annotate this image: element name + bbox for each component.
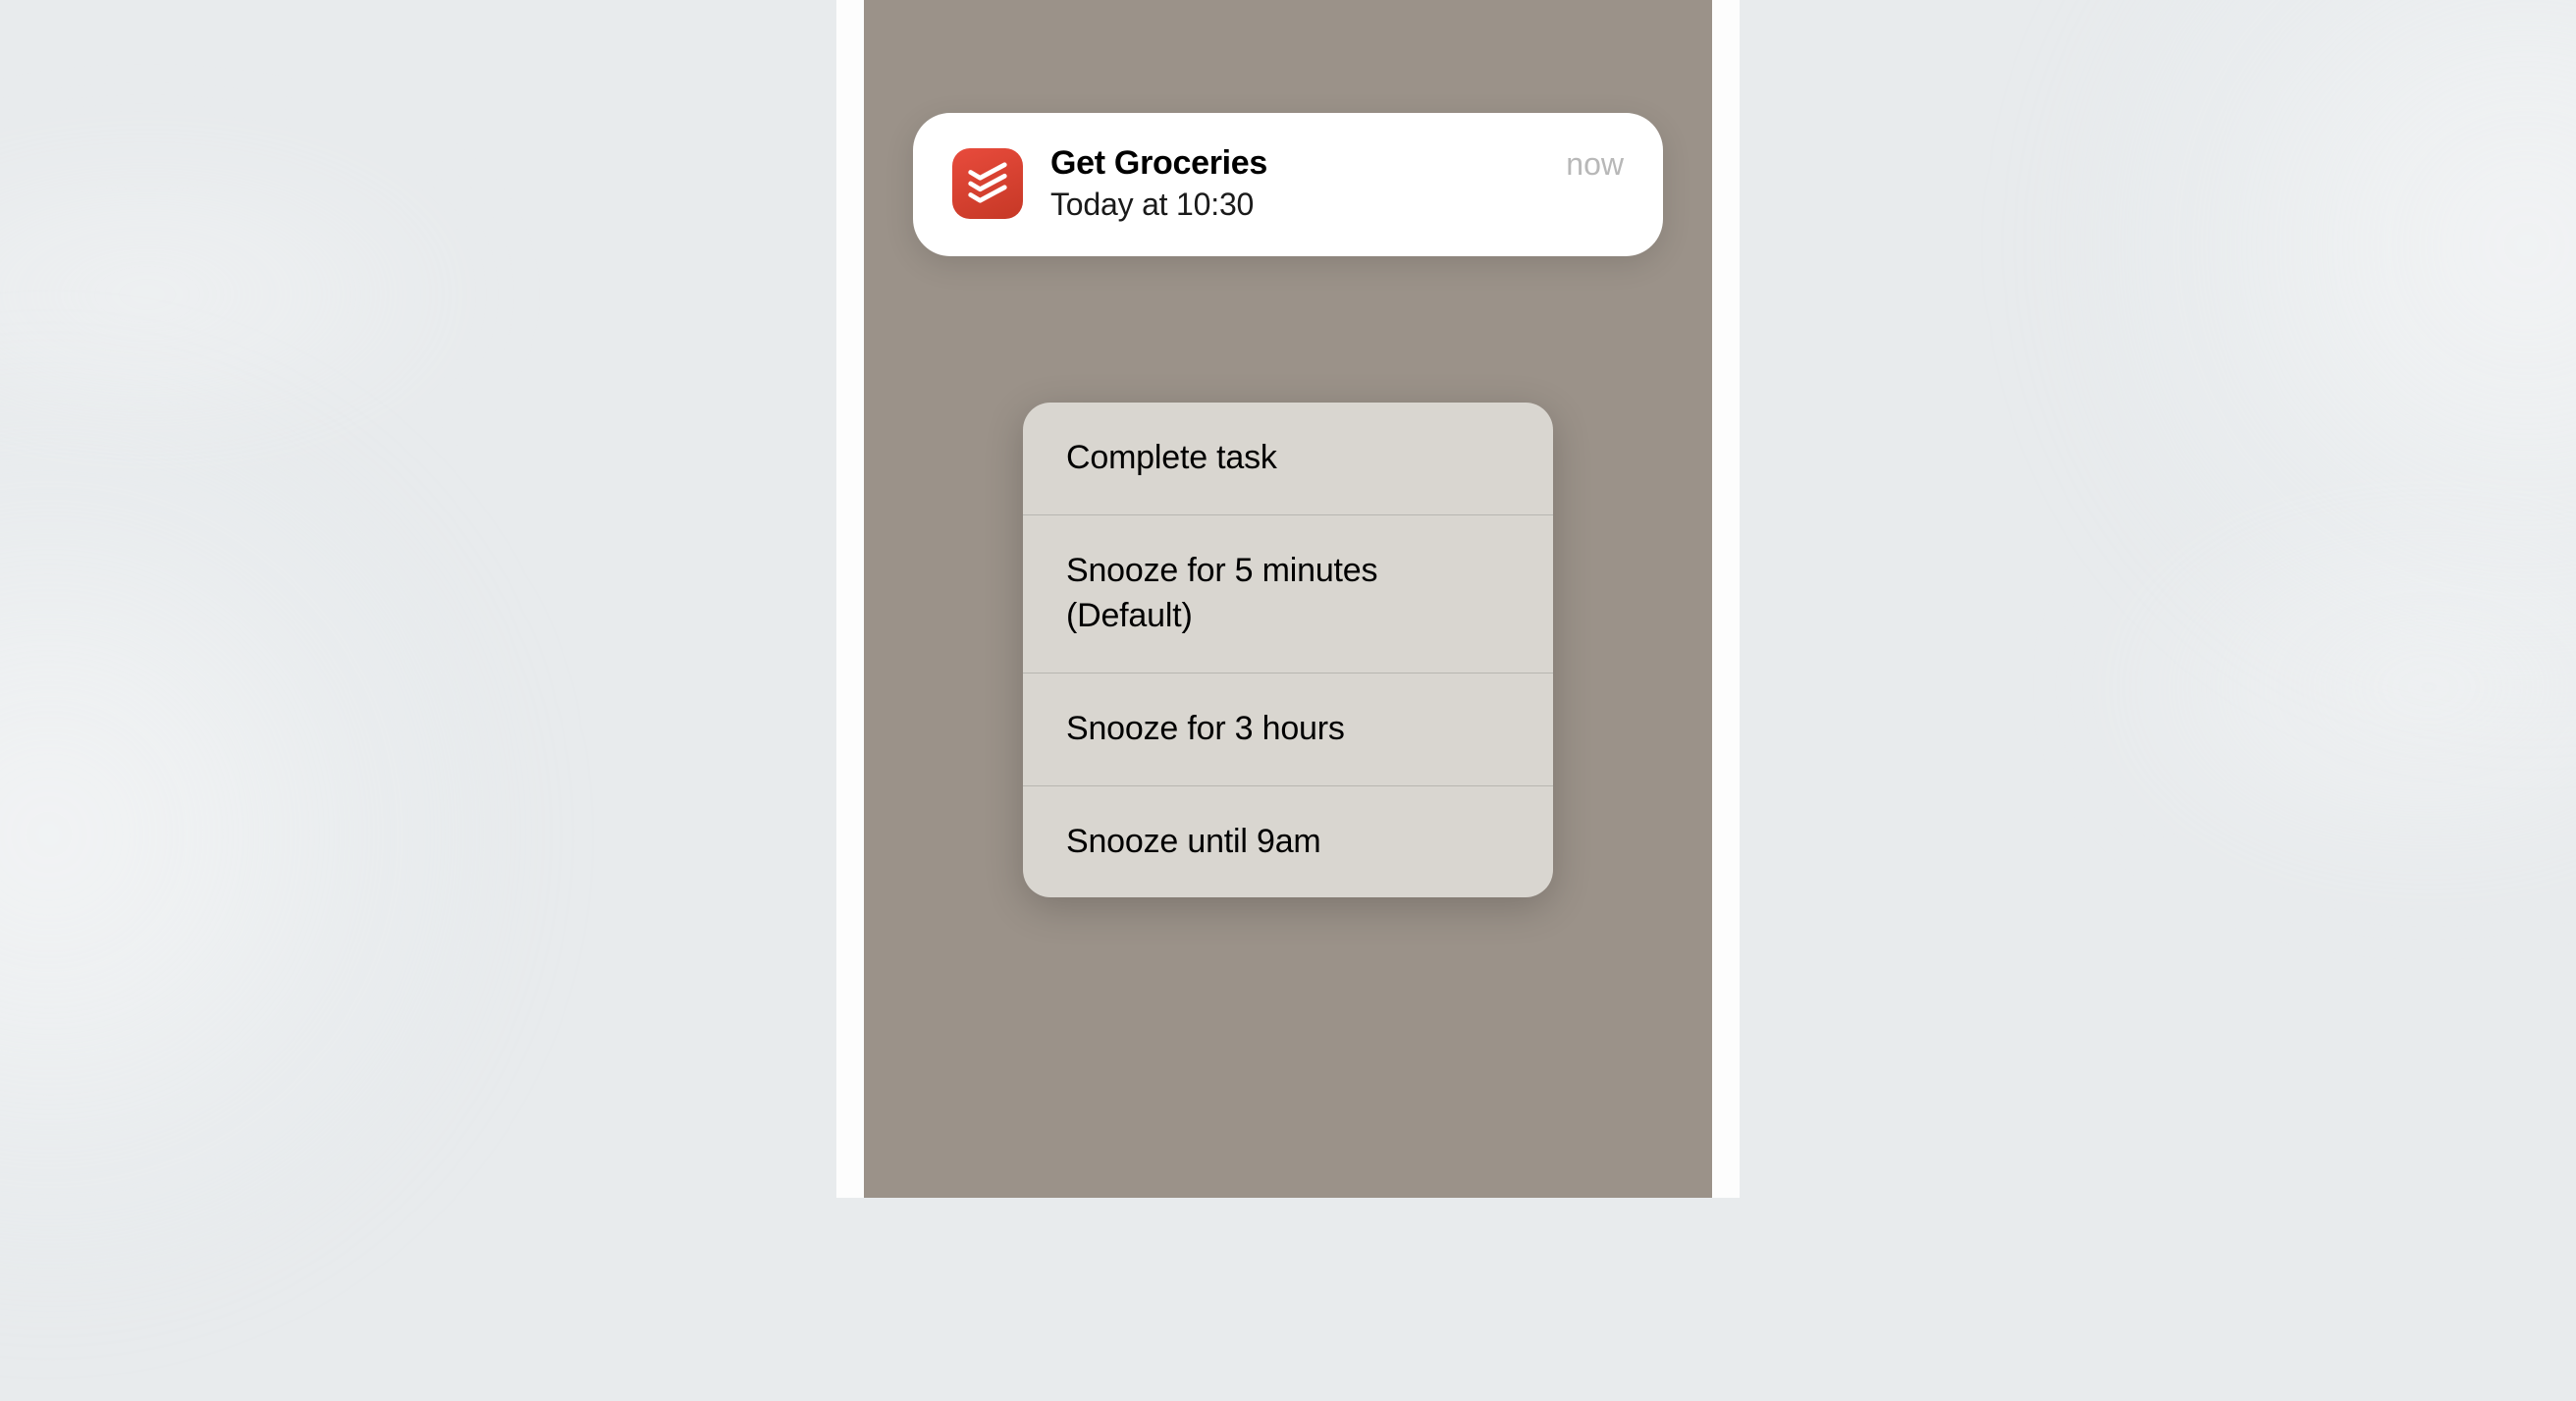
notification-subtitle: Today at 10:30: [1050, 187, 1538, 223]
action-snooze-5min[interactable]: Snooze for 5 minutes (Default): [1023, 515, 1553, 674]
notification-action-menu: Complete task Snooze for 5 minutes (Defa…: [1023, 403, 1553, 897]
phone-frame: Get Groceries Today at 10:30 now Complet…: [836, 0, 1740, 1198]
action-snooze-3hours[interactable]: Snooze for 3 hours: [1023, 674, 1553, 786]
background-decoration: [0, 147, 491, 442]
notification-title: Get Groceries: [1050, 144, 1538, 183]
notification-timestamp: now: [1566, 146, 1624, 183]
notification-card[interactable]: Get Groceries Today at 10:30 now: [913, 113, 1663, 256]
action-complete-task[interactable]: Complete task: [1023, 403, 1553, 515]
todoist-icon: [952, 148, 1023, 219]
action-snooze-until-9am[interactable]: Snooze until 9am: [1023, 786, 1553, 898]
notification-text: Get Groceries Today at 10:30: [1050, 144, 1538, 223]
background-decoration: [2085, 491, 2576, 884]
phone-screen: Get Groceries Today at 10:30 now Complet…: [864, 0, 1712, 1198]
